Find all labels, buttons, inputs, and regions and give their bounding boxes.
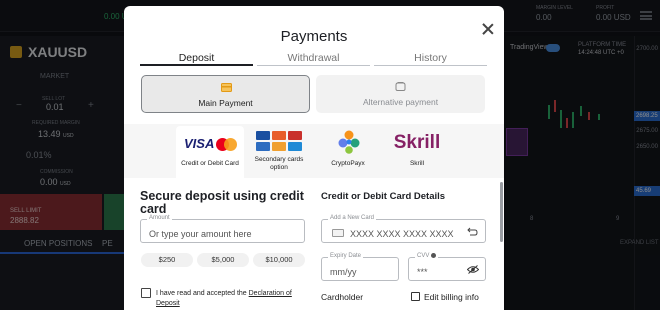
visa-logo: VISA xyxy=(184,136,215,151)
card-icon xyxy=(221,83,232,92)
eye-off-icon[interactable] xyxy=(467,265,479,274)
card-logo xyxy=(288,131,302,140)
quick-amount-10000[interactable]: $10,000 xyxy=(253,253,305,267)
provider-name: Secondary cards option xyxy=(254,156,304,171)
close-icon[interactable] xyxy=(482,23,494,35)
provider-secondary-cards[interactable]: Secondary cards option xyxy=(245,126,313,178)
credit-card-icon xyxy=(332,229,344,237)
provider-skrill[interactable]: Skrill Skrill xyxy=(383,126,451,178)
amount-caption: Amount xyxy=(147,215,172,221)
new-card-caption: Add a New Card xyxy=(328,215,377,221)
provider-name: Skrill xyxy=(409,160,425,167)
cvv-value: *** xyxy=(417,267,428,277)
secure-deposit-title: Secure deposit using credit card xyxy=(140,189,304,216)
card-logo xyxy=(256,142,270,151)
card-details-title: Credit or Debit Card Details xyxy=(321,191,446,202)
mastercard-logo xyxy=(224,138,237,151)
tab-withdrawal[interactable]: Withdrawal xyxy=(257,52,370,66)
main-payment-label: Main Payment xyxy=(198,98,253,108)
card-logo xyxy=(272,131,286,140)
alternative-payment-button[interactable]: Alternative payment xyxy=(316,75,485,113)
card-logo xyxy=(288,142,302,151)
card-logo xyxy=(256,131,270,140)
amount-placeholder: Or type your amount here xyxy=(149,229,252,239)
modal-scrollbar[interactable] xyxy=(500,182,503,242)
tab-history-underline xyxy=(374,65,487,66)
main-payment-button[interactable]: Main Payment xyxy=(141,75,310,113)
card-number-field[interactable]: Add a New Card XXXX XXXX XXXX XXXX xyxy=(321,215,486,243)
payments-modal: Payments Deposit Withdrawal History Main… xyxy=(124,6,504,310)
agreement-checkbox[interactable] xyxy=(141,288,151,298)
provider-cryptopayx[interactable]: CryptoPayx xyxy=(314,126,382,178)
edit-billing-label: Edit billing info xyxy=(424,292,479,302)
info-icon[interactable] xyxy=(431,253,437,258)
modal-title: Payments xyxy=(280,28,348,45)
expiry-caption: Expiry Date xyxy=(328,253,364,259)
amount-field[interactable]: Amount Or type your amount here xyxy=(140,215,305,243)
provider-name: CryptoPayx xyxy=(331,160,365,167)
card-logo xyxy=(272,142,286,151)
cvv-caption: CVV xyxy=(415,253,439,260)
tab-history[interactable]: History xyxy=(374,52,487,66)
quick-amount-5000[interactable]: $5,000 xyxy=(197,253,249,267)
expiry-field[interactable]: Expiry Date mm/yy xyxy=(321,253,399,281)
edit-icon xyxy=(411,292,420,301)
skrill-logo: Skrill xyxy=(393,132,441,153)
card-number-placeholder: XXXX XXXX XXXX XXXX xyxy=(350,229,454,239)
agreement-text: I have read and accepted the Declaration… xyxy=(156,290,292,307)
cvv-field[interactable]: CVV *** xyxy=(408,253,486,281)
undo-icon[interactable] xyxy=(467,227,478,236)
expiry-placeholder: mm/yy xyxy=(330,267,357,277)
tab-withdrawal-underline xyxy=(257,65,370,66)
wallet-icon xyxy=(395,82,406,91)
quick-amount-250[interactable]: $250 xyxy=(141,253,193,267)
provider-credit-card[interactable]: VISA Credit or Debit Card xyxy=(176,126,244,178)
crypto-logo-icon xyxy=(338,130,360,154)
edit-billing-button[interactable]: Edit billing info xyxy=(411,292,479,302)
alternative-payment-label: Alternative payment xyxy=(362,97,439,107)
tab-deposit-underline xyxy=(140,64,253,66)
cardholder-label: Cardholder xyxy=(321,292,364,302)
provider-name: Credit or Debit Card xyxy=(181,160,239,167)
